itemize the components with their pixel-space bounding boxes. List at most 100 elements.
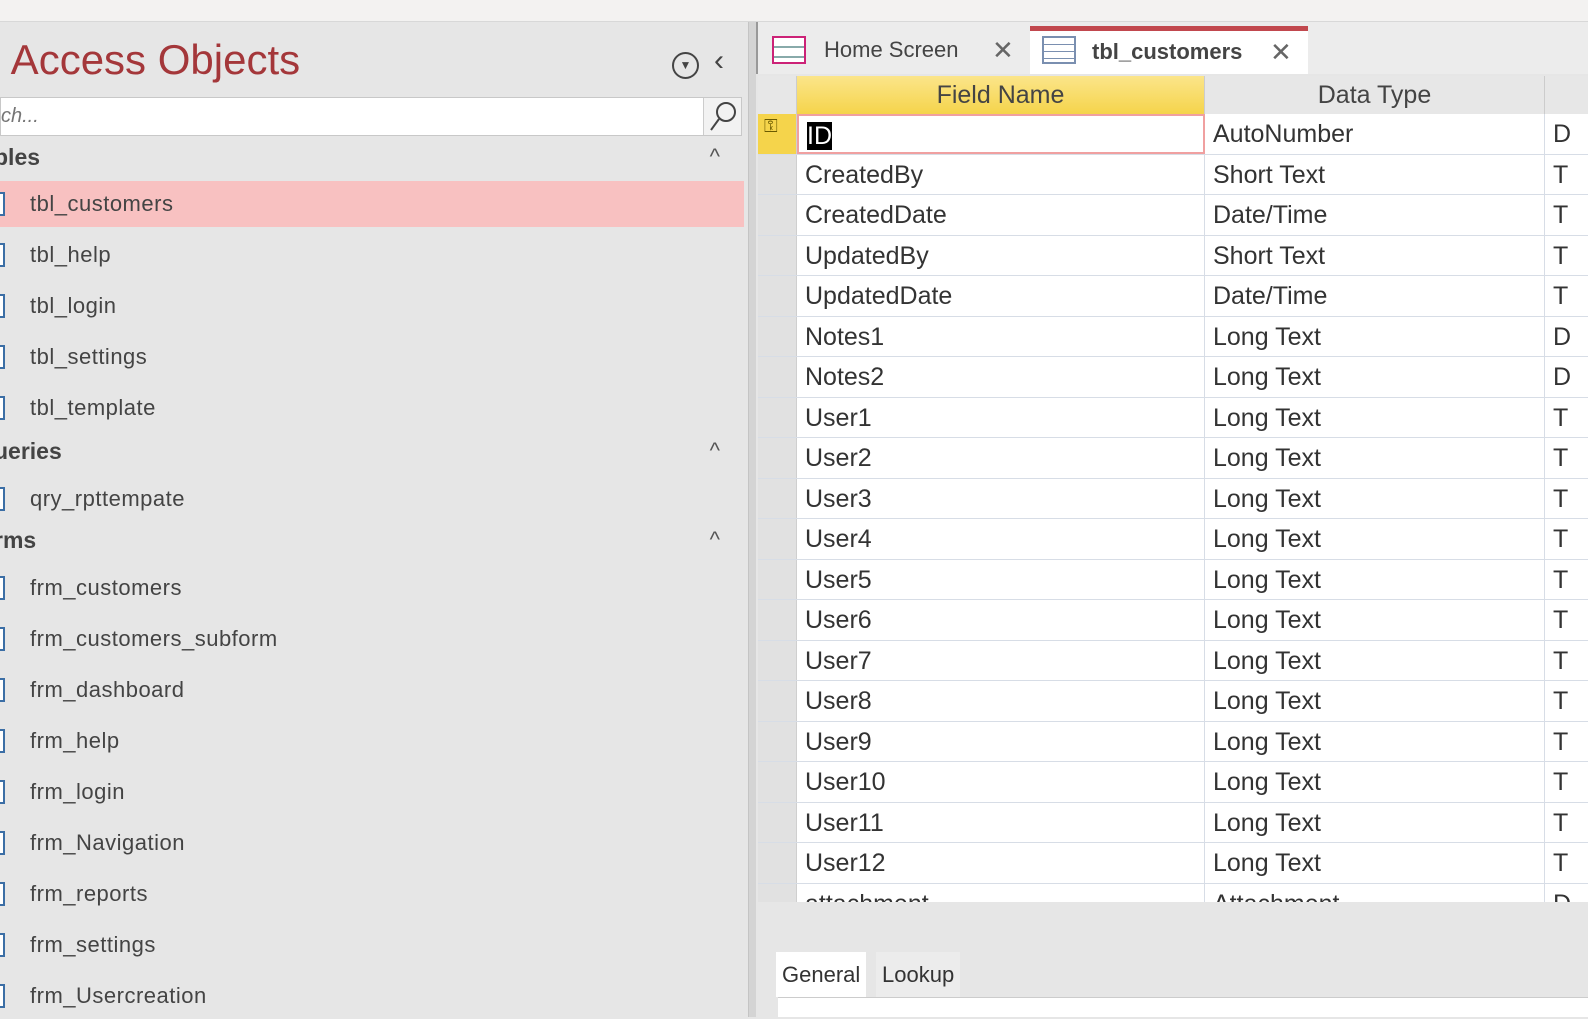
data-type-cell[interactable]: Long Text — [1205, 519, 1545, 559]
row-selector[interactable] — [758, 519, 797, 559]
chevron-up-icon[interactable]: ^ — [710, 520, 720, 560]
data-type-cell[interactable]: Long Text — [1205, 802, 1545, 842]
data-type-cell[interactable]: Long Text — [1205, 762, 1545, 802]
nav-pane-title[interactable]: l Access Objects — [0, 36, 300, 84]
data-type-cell[interactable]: Long Text — [1205, 397, 1545, 437]
nav-group-header[interactable]: ueries ^ — [0, 431, 734, 471]
table-row[interactable]: User3 Long Text T — [758, 478, 1588, 519]
data-type-cell[interactable]: Short Text — [1205, 154, 1545, 194]
row-selector[interactable] — [758, 559, 797, 599]
row-selector[interactable]: ⚿ — [758, 114, 797, 154]
description-cell[interactable]: D — [1545, 884, 1588, 903]
row-selector[interactable] — [758, 883, 797, 902]
nav-item[interactable]: tbl_login — [0, 283, 744, 329]
table-row[interactable]: User8 Long Text T — [758, 681, 1588, 722]
nav-item[interactable]: frm_Usercreation — [0, 973, 744, 1019]
field-name-cell[interactable]: User3 — [797, 478, 1205, 518]
table-row[interactable]: User11 Long Text T — [758, 802, 1588, 843]
description-cell[interactable]: T — [1545, 843, 1588, 883]
close-icon[interactable]: ✕ — [1270, 31, 1292, 73]
nav-item[interactable]: frm_customers_subform — [0, 616, 744, 662]
nav-item[interactable]: frm_reports — [0, 871, 744, 917]
search-box[interactable] — [0, 97, 742, 136]
data-type-cell[interactable]: Date/Time — [1205, 195, 1545, 235]
table-row[interactable]: User2 Long Text T — [758, 438, 1588, 479]
field-name-cell[interactable]: UpdatedBy — [797, 235, 1205, 275]
pane-splitter[interactable] — [748, 22, 756, 1017]
nav-item[interactable]: frm_help — [0, 718, 744, 764]
nav-group-header[interactable]: bles ^ — [0, 137, 734, 177]
table-row[interactable]: UpdatedDate Date/Time T — [758, 276, 1588, 317]
field-name-cell[interactable]: User7 — [797, 640, 1205, 680]
chevron-up-icon[interactable]: ^ — [710, 431, 720, 471]
data-type-cell[interactable]: Long Text — [1205, 559, 1545, 599]
description-cell[interactable]: T — [1545, 519, 1588, 559]
row-selector[interactable] — [758, 640, 797, 680]
nav-item[interactable]: frm_Navigation — [0, 820, 744, 866]
shutter-bar-collapse-icon[interactable]: ‹ — [714, 44, 724, 78]
row-selector[interactable] — [758, 843, 797, 883]
field-name-cell[interactable]: User5 — [797, 559, 1205, 599]
description-cell[interactable]: T — [1545, 641, 1588, 681]
tab-tbl-customers[interactable]: tbl_customers ✕ — [1030, 26, 1308, 74]
row-selector[interactable] — [758, 195, 797, 235]
close-icon[interactable]: ✕ — [992, 26, 1014, 74]
table-row[interactable]: User4 Long Text T — [758, 519, 1588, 560]
description-cell[interactable]: T — [1545, 560, 1588, 600]
row-selector[interactable] — [758, 762, 797, 802]
field-name-cell[interactable]: ID — [797, 114, 1205, 154]
data-type-cell[interactable]: Date/Time — [1205, 276, 1545, 316]
table-row[interactable]: User10 Long Text T — [758, 762, 1588, 803]
search-input[interactable] — [1, 98, 701, 135]
data-type-cell[interactable]: Long Text — [1205, 357, 1545, 397]
field-name-cell[interactable]: User1 — [797, 397, 1205, 437]
description-cell[interactable]: T — [1545, 236, 1588, 276]
description-cell[interactable]: T — [1545, 155, 1588, 195]
data-type-cell[interactable]: Long Text — [1205, 721, 1545, 761]
table-row[interactable]: User5 Long Text T — [758, 559, 1588, 600]
nav-item[interactable]: frm_login — [0, 769, 744, 815]
row-selector[interactable] — [758, 438, 797, 478]
data-type-cell[interactable]: Long Text — [1205, 640, 1545, 680]
field-name-cell[interactable]: User4 — [797, 519, 1205, 559]
description-cell[interactable]: T — [1545, 479, 1588, 519]
tab-lookup[interactable]: Lookup — [876, 952, 961, 997]
nav-item[interactable]: frm_dashboard — [0, 667, 744, 713]
field-name-cell[interactable]: User8 — [797, 681, 1205, 721]
description-cell[interactable]: T — [1545, 398, 1588, 438]
table-row[interactable]: User1 Long Text T — [758, 397, 1588, 438]
description-cell[interactable]: T — [1545, 762, 1588, 802]
header-field-name[interactable]: Field Name — [797, 76, 1205, 114]
row-selector[interactable] — [758, 681, 797, 721]
field-name-cell[interactable]: UpdatedDate — [797, 276, 1205, 316]
nav-item[interactable]: tbl_help — [0, 232, 744, 278]
row-selector[interactable] — [758, 721, 797, 761]
field-name-cell[interactable]: User10 — [797, 762, 1205, 802]
row-selector[interactable] — [758, 316, 797, 356]
data-type-cell[interactable]: Long Text — [1205, 681, 1545, 721]
row-selector[interactable] — [758, 235, 797, 275]
table-row[interactable]: attachment Attachment D — [758, 883, 1588, 903]
data-type-cell[interactable]: Long Text — [1205, 316, 1545, 356]
table-row[interactable]: Notes2 Long Text D — [758, 357, 1588, 398]
table-row[interactable]: CreatedDate Date/Time T — [758, 195, 1588, 236]
data-type-cell[interactable]: Long Text — [1205, 843, 1545, 883]
row-selector[interactable] — [758, 154, 797, 194]
description-cell[interactable]: D — [1545, 317, 1588, 357]
row-selector[interactable] — [758, 276, 797, 316]
description-cell[interactable]: T — [1545, 276, 1588, 316]
data-type-cell[interactable]: Attachment — [1205, 883, 1545, 902]
field-name-cell[interactable]: User11 — [797, 802, 1205, 842]
nav-group-header[interactable]: rms ^ — [0, 520, 734, 560]
field-name-cell[interactable]: User2 — [797, 438, 1205, 478]
row-selector[interactable] — [758, 478, 797, 518]
tab-home-screen[interactable]: Home Screen ✕ — [762, 26, 1028, 74]
description-cell[interactable]: T — [1545, 681, 1588, 721]
field-name-cell[interactable]: Notes2 — [797, 357, 1205, 397]
description-cell[interactable]: T — [1545, 803, 1588, 843]
table-row[interactable]: User6 Long Text T — [758, 600, 1588, 641]
data-type-cell[interactable]: AutoNumber — [1205, 114, 1545, 154]
nav-options-icon[interactable]: ▼ — [672, 52, 699, 79]
nav-item[interactable]: frm_customers — [0, 565, 744, 611]
table-row[interactable]: UpdatedBy Short Text T — [758, 235, 1588, 276]
